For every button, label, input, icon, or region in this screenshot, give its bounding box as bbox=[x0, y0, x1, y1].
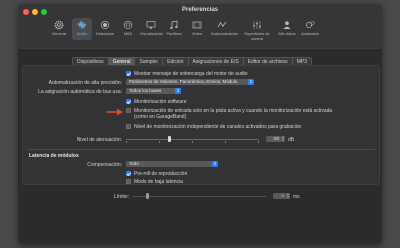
compensation-label: Compensación: bbox=[87, 161, 122, 168]
toolbar-label: Mis datos bbox=[278, 31, 296, 36]
attenuation-unit: dB bbox=[288, 136, 295, 143]
attenuation-slider-track[interactable] bbox=[126, 139, 259, 140]
toolbar-label: Audio bbox=[76, 31, 88, 36]
record-icon bbox=[100, 20, 110, 30]
toolbar-advanced[interactable]: Avanzado bbox=[299, 20, 321, 36]
automation-precision-value: Parámetros de Volumen, Panorámica, Envío… bbox=[129, 79, 238, 84]
film-icon bbox=[192, 21, 202, 29]
compensation-select[interactable]: Todo ⇕ bbox=[126, 161, 218, 167]
preferences-window: Preferencias General Audio Grabación MID… bbox=[18, 4, 382, 244]
section-divider bbox=[27, 149, 375, 150]
input-monitoring-label-continued: (como en GarageBand) bbox=[134, 113, 187, 120]
automation-precision-select[interactable]: Parámetros de Volumen, Panorámica, Envío… bbox=[126, 79, 254, 85]
window-title: Preferencias bbox=[181, 7, 219, 13]
independent-level-label: Nivel de monitorización independiente de… bbox=[134, 123, 302, 130]
control-surface-icon bbox=[253, 21, 261, 29]
low-latency-checkbox[interactable] bbox=[126, 179, 131, 184]
bus-assignment-select[interactable]: Todos los buses ⇕ bbox=[126, 88, 181, 94]
slider-tick bbox=[258, 141, 259, 143]
toolbar-general[interactable]: General bbox=[48, 20, 70, 36]
toolbar-label: MIDI bbox=[123, 31, 133, 36]
display-icon bbox=[146, 21, 156, 29]
limit-stepper[interactable]: ▴ ▾ bbox=[286, 193, 290, 199]
attenuation-value-field[interactable]: -20 bbox=[266, 136, 281, 142]
midi-icon bbox=[123, 20, 133, 30]
toolbar-recording[interactable]: Grabación bbox=[94, 20, 116, 36]
limit-value-field[interactable]: 5 bbox=[273, 193, 286, 199]
automation-precision-label: Automatización de alta precisión: bbox=[48, 79, 122, 86]
preroll-checkbox[interactable] bbox=[126, 171, 131, 176]
limit-slider-knob[interactable] bbox=[146, 193, 149, 199]
toolbar-label: Partitura bbox=[166, 31, 182, 36]
toolbar-score[interactable]: Partitura bbox=[163, 20, 185, 36]
show-overload-label: Mostrar mensaje de sobrecarga del motor … bbox=[134, 70, 248, 77]
toolbar-video[interactable]: Vídeo bbox=[186, 20, 208, 36]
slider-tick bbox=[126, 141, 127, 143]
toolbar-label: General bbox=[51, 31, 67, 36]
attenuation-stepper[interactable]: ▴ ▾ bbox=[281, 136, 285, 142]
bus-assignment-value: Todos los buses bbox=[129, 88, 162, 93]
software-monitoring-label: Monitorización software bbox=[134, 98, 187, 105]
toolbar-label: Superficies de control bbox=[244, 31, 270, 41]
limit-label: Límite: bbox=[113, 193, 129, 200]
attenuation-slider-knob[interactable] bbox=[168, 136, 171, 142]
independent-level-checkbox[interactable] bbox=[126, 124, 131, 129]
toolbar-control-surfaces[interactable]: Superficies de control bbox=[242, 20, 272, 41]
person-icon bbox=[283, 21, 291, 29]
score-icon bbox=[170, 20, 178, 29]
bus-assignment-label: La asignación automática de bus usa: bbox=[38, 88, 122, 95]
toolbar-midi[interactable]: MIDI bbox=[117, 20, 139, 36]
waveform-icon bbox=[77, 20, 87, 30]
limit-slider-track[interactable] bbox=[133, 196, 266, 197]
show-overload-checkbox[interactable] bbox=[126, 71, 131, 76]
toolbar-automation[interactable]: Automatización bbox=[211, 20, 238, 36]
advanced-gear-icon bbox=[305, 21, 315, 29]
toolbar-audio[interactable]: Audio bbox=[71, 18, 93, 40]
slider-tick bbox=[225, 141, 226, 143]
compensation-value: Todo bbox=[129, 161, 139, 166]
slider-tick bbox=[159, 141, 160, 143]
gear-icon bbox=[54, 20, 64, 30]
toolbar-label: Avanzado bbox=[301, 31, 319, 36]
chevron-updown-icon: ⇕ bbox=[212, 161, 218, 167]
chevron-updown-icon: ⇕ bbox=[175, 88, 181, 94]
software-monitoring-checkbox[interactable] bbox=[126, 99, 131, 104]
input-monitoring-checkbox[interactable] bbox=[126, 108, 131, 113]
toolbar-label: Vídeo bbox=[191, 31, 203, 36]
limit-unit: ms bbox=[293, 193, 300, 200]
slider-tick bbox=[192, 141, 193, 143]
attenuation-label: Nivel de atenuación: bbox=[76, 136, 122, 143]
toolbar-label: Automatización bbox=[211, 31, 239, 36]
title-bar: Preferencias General Audio Grabación MID… bbox=[18, 4, 382, 51]
toolbar-display[interactable]: Visualización bbox=[140, 20, 164, 36]
latency-heading: Latencia de módulos bbox=[29, 152, 79, 159]
chevron-updown-icon: ⇕ bbox=[248, 79, 254, 85]
automation-icon bbox=[217, 21, 227, 28]
annotation-arrow-icon bbox=[107, 108, 123, 116]
toolbar-label: Visualización bbox=[140, 31, 164, 36]
toolbar-my-info[interactable]: Mis datos bbox=[276, 20, 298, 36]
low-latency-label: Modo de baja latencia bbox=[134, 178, 183, 185]
toolbar-label: Grabación bbox=[95, 31, 115, 36]
general-settings-panel: Mostrar mensaje de sobrecarga del motor … bbox=[22, 65, 380, 185]
preroll-label: Pre-roll de reproducción bbox=[134, 170, 188, 177]
